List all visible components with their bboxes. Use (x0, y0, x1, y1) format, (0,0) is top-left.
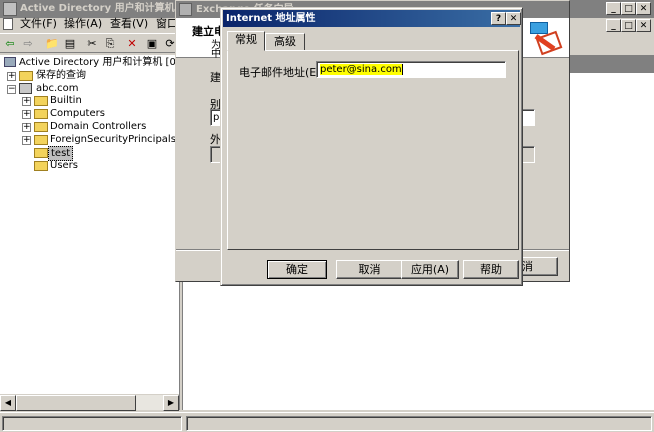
minimize-button[interactable]: _ (606, 2, 621, 15)
expand-builtin[interactable]: + (22, 97, 31, 106)
collapse-abc-com[interactable]: − (7, 85, 16, 94)
tree-pane: Active Directory 用户和计算机 [03 + 保存的查询 − ab… (0, 55, 182, 411)
cancel-button[interactable]: 取消 (336, 260, 403, 279)
menu-view[interactable]: 查看(V) (110, 15, 148, 33)
apply-button[interactable]: 应用(A) (401, 260, 459, 279)
status-bar (0, 412, 654, 432)
expand-foreign-security[interactable]: + (22, 136, 31, 145)
scroll-right-button[interactable]: ▶ (163, 395, 179, 411)
tree-hscrollbar[interactable]: ◀ ▶ (0, 394, 179, 411)
scroll-thumb[interactable] (16, 395, 136, 411)
forward-icon[interactable]: ⇨ (20, 36, 36, 51)
child-restore-button[interactable]: □ (621, 19, 636, 32)
properties-icon[interactable]: ▣ (144, 36, 160, 51)
dialog-titlebar: Internet 地址属性 (223, 10, 520, 27)
show-tree-icon[interactable]: ▤ (62, 36, 78, 51)
status-panel (2, 416, 182, 431)
help-button[interactable]: 帮助 (463, 260, 519, 279)
text-caret (401, 63, 403, 75)
delete-icon[interactable]: ✕ (124, 36, 140, 51)
expand-domain-controllers[interactable]: + (22, 123, 31, 132)
child-minimize-button[interactable]: _ (606, 19, 621, 32)
tree-item-users[interactable]: Users (50, 159, 78, 172)
tab-advanced[interactable]: 高级 (265, 33, 305, 50)
back-icon[interactable]: ⇦ (2, 36, 18, 51)
exchange-logo-icon (526, 20, 563, 56)
tab-general[interactable]: 常规 (227, 31, 265, 51)
main-window-title: Active Directory 用户和计算机 (20, 3, 175, 14)
tree-item-foreign-security[interactable]: ForeignSecurityPrincipals (50, 133, 176, 146)
email-address-label: 电子邮件地址(E): (239, 66, 325, 79)
menu-bar: 文件(F) 操作(A) 查看(V) 窗口 (0, 15, 180, 33)
folder-icon (34, 135, 48, 145)
child-close-button[interactable]: ✕ (636, 19, 651, 32)
cut-icon[interactable]: ✂ (84, 36, 100, 51)
domain-icon (19, 83, 32, 94)
tree-item-builtin[interactable]: Builtin (50, 94, 82, 107)
folder-icon (34, 109, 48, 119)
tab-page-general: 电子邮件地址(E): peter@sina.com (227, 50, 519, 250)
copy-icon[interactable]: ⎘ (102, 36, 118, 51)
menu-file[interactable]: 文件(F) (20, 15, 57, 33)
email-address-value: peter@sina.com (320, 64, 402, 75)
exchange-app-icon (179, 3, 192, 16)
folder-icon (34, 161, 48, 171)
up-folder-icon[interactable]: 📁 (44, 36, 60, 51)
folder-icon (34, 96, 48, 106)
ok-button[interactable]: 确定 (267, 260, 327, 279)
ou-folder-icon (34, 148, 48, 158)
menu-action[interactable]: 操作(A) (64, 15, 102, 33)
dialog-title: Internet 地址属性 (226, 13, 316, 24)
help-icon[interactable]: ? (491, 12, 506, 25)
expand-computers[interactable]: + (22, 110, 31, 119)
tree-item-root[interactable]: Active Directory 用户和计算机 [03 (19, 56, 182, 69)
doc-icon (3, 18, 13, 30)
folder-icon (19, 71, 33, 81)
email-address-input[interactable]: peter@sina.com (316, 61, 506, 78)
tree-item-computers[interactable]: Computers (50, 107, 105, 120)
tree-item-domain-controllers[interactable]: Domain Controllers (50, 120, 146, 133)
dialog-close-icon[interactable]: ✕ (506, 12, 521, 25)
internet-address-dialog: Internet 地址属性 ? ✕ 常规 高级 电子邮件地址(E): peter… (220, 7, 523, 286)
close-button[interactable]: ✕ (636, 2, 651, 15)
status-panel (186, 416, 652, 431)
ou-folder-icon (34, 122, 48, 132)
expand-saved-queries[interactable]: + (7, 72, 16, 81)
toolbar: ⇦ ⇨ 📁 ▤ ✂ ⎘ ✕ ▣ ⟳ (0, 33, 180, 53)
maximize-button[interactable]: □ (621, 2, 636, 15)
ad-root-icon (4, 57, 16, 67)
scroll-left-button[interactable]: ◀ (0, 395, 16, 411)
tree-item-saved-queries[interactable]: 保存的查询 (36, 69, 86, 82)
app-icon (3, 2, 17, 16)
